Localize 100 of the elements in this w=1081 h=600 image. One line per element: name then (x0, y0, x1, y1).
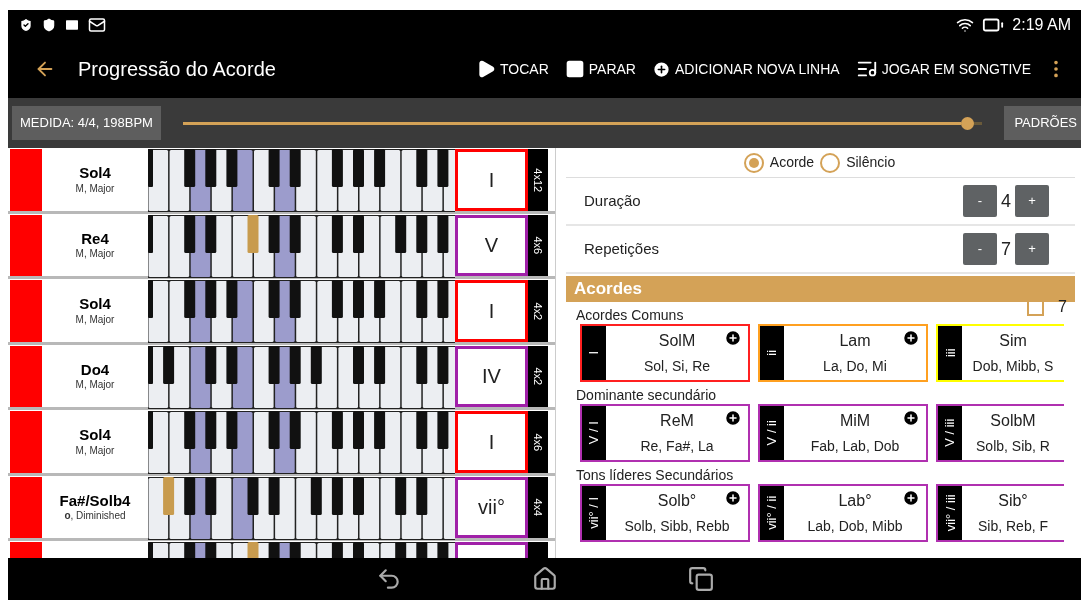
stepper-value: 7 (1001, 237, 1011, 261)
roman-numeral: I (488, 167, 495, 193)
chord-name: Fa#/Solb4 (59, 491, 131, 511)
measure-button[interactable]: MEDIDA: 4/4, 198BPM (12, 106, 161, 140)
chord-notes: La, Do, Mi (823, 356, 887, 376)
add-icon[interactable] (902, 409, 920, 427)
chord-name: Do4 (80, 360, 110, 380)
degree-label: ii (763, 350, 781, 356)
clock-time: 2:19 AM (1012, 15, 1071, 35)
chord-notes: Sol, Si, Re (643, 356, 711, 376)
repeat-count: 4x4 (531, 498, 546, 517)
screen-title: Progressão do Acorde (78, 57, 276, 82)
chord-quality: M, Major (75, 379, 115, 392)
chord-name: MiM (839, 411, 871, 432)
chord-card[interactable]: vii° / iii Sib° Sib, Reb, F (936, 484, 1064, 542)
chord-quality: M, Major (75, 182, 115, 196)
chord-quality: M, Major (75, 313, 115, 327)
degree-label: V / I (585, 421, 603, 445)
chord-name: Sol4 (79, 295, 111, 314)
add-icon (651, 59, 671, 79)
chord-name: Sim (999, 331, 1027, 352)
chord-name: Sol4 (79, 164, 111, 183)
numeral-box[interactable]: I (455, 280, 528, 342)
increment-button[interactable]: + (1015, 233, 1049, 265)
increment-button[interactable]: + (1015, 185, 1049, 217)
numeral-box[interactable]: I (455, 411, 528, 473)
toolbar-button[interactable]: JOGAR EM SONGTIVE (847, 49, 1039, 89)
degree-label: vii° / I (585, 497, 603, 529)
stepper-value: 4 (1001, 189, 1011, 213)
roman-numeral: I (488, 429, 495, 455)
degree-label: vii° / iii (941, 494, 959, 532)
numeral-box[interactable]: V (455, 214, 528, 276)
chord-notes: Solb, Sibb, Rebb (624, 516, 730, 536)
chord-notes: Dob, Mibb, S (972, 356, 1054, 376)
chord-name: Lab° (838, 491, 872, 512)
degree-label: iii (941, 348, 959, 358)
add-icon[interactable] (724, 489, 742, 507)
chord-notes: Lab, Dob, Mibb (807, 516, 903, 536)
degree-label: I (585, 351, 603, 355)
chord-name: Re4 (81, 229, 109, 249)
chord-quality: M, Major (75, 444, 115, 458)
roman-numeral: vii° (478, 495, 505, 521)
recent-apps-icon[interactable] (687, 566, 714, 592)
repeat-count: 4x6 (531, 236, 546, 255)
add-icon[interactable] (902, 489, 920, 507)
degree-label: vii° / ii (763, 495, 781, 531)
repeat-count: 4x2 (531, 301, 546, 320)
roman-numeral: IV (482, 364, 501, 390)
decrement-button[interactable]: - (963, 233, 997, 265)
add-icon[interactable] (724, 409, 742, 427)
numeral-box[interactable]: vii° (455, 476, 528, 538)
chord-name: SolbM (990, 411, 1036, 432)
decrement-button[interactable]: - (963, 185, 997, 217)
numeral-box[interactable]: IV (455, 345, 528, 407)
repeat-count: 4x12 (531, 167, 546, 192)
group-title: Acordes Comuns (576, 308, 685, 322)
toolbar-button[interactable]: TOCAR (468, 49, 557, 89)
numeral-box[interactable]: I (455, 149, 528, 211)
defaults-button[interactable]: PADRÕES (1004, 106, 1081, 140)
chord-name: Sol4 (79, 426, 111, 445)
chord-card[interactable]: I SolM Sol, Si, Re (580, 324, 750, 382)
roman-numeral: I (488, 298, 495, 324)
group-title: Dominante secundário (576, 388, 718, 402)
chord-notes: Re, Fa#, La (640, 436, 714, 456)
home-icon[interactable] (531, 566, 558, 592)
roman-numeral: V (484, 233, 499, 259)
chord-name: Sib° (998, 491, 1028, 512)
chord-name: Solb° (657, 491, 697, 512)
radio-option[interactable]: Acorde (743, 152, 815, 173)
toolbar-button[interactable]: PARAR (556, 49, 644, 89)
play-icon (476, 59, 496, 79)
chord-card[interactable]: V / I ReM Re, Fa#, La (580, 404, 750, 462)
radio-option[interactable]: Silêncio (820, 152, 896, 173)
repeat-count: 4x6 (531, 432, 546, 451)
chord-card[interactable]: vii° / I Solb° Solb, Sibb, Rebb (580, 484, 750, 542)
chord-card[interactable]: vii° / ii Lab° Lab, Dob, Mibb (758, 484, 928, 542)
degree-label: V / iii (941, 418, 959, 448)
shield-icon (42, 18, 56, 32)
chord-name: SolM (658, 331, 696, 352)
chord-card[interactable]: iii Sim Dob, Mibb, S (936, 324, 1064, 382)
field-label: Duração (584, 190, 642, 211)
chord-card[interactable]: V / iii SolbM Solb, Sib, R (936, 404, 1064, 462)
repeat-count: 4x2 (531, 367, 546, 386)
wifi-icon (956, 16, 975, 34)
chord-name: Lam (839, 331, 871, 352)
shield-icon (18, 17, 34, 33)
stop-icon (564, 59, 585, 79)
group-title: Tons líderes Secundários (576, 468, 735, 482)
field-label: Repetições (584, 238, 661, 259)
chord-notes: Solb, Sib, R (976, 436, 1050, 456)
add-icon[interactable] (724, 329, 742, 347)
chord-notes: Sib, Reb, F (978, 516, 1048, 536)
chord-card[interactable]: ii Lam La, Do, Mi (758, 324, 928, 382)
toolbar-button[interactable]: ADICIONAR NOVA LINHA (643, 49, 848, 89)
chord-name: ReM (660, 411, 694, 432)
add-icon[interactable] (902, 329, 920, 347)
degree-label: V / ii (763, 420, 781, 446)
chord-quality: o, Diminished (64, 510, 126, 523)
chord-card[interactable]: V / ii MiM Fab, Lab, Dob (758, 404, 928, 462)
chord-notes: Fab, Lab, Dob (810, 436, 900, 456)
